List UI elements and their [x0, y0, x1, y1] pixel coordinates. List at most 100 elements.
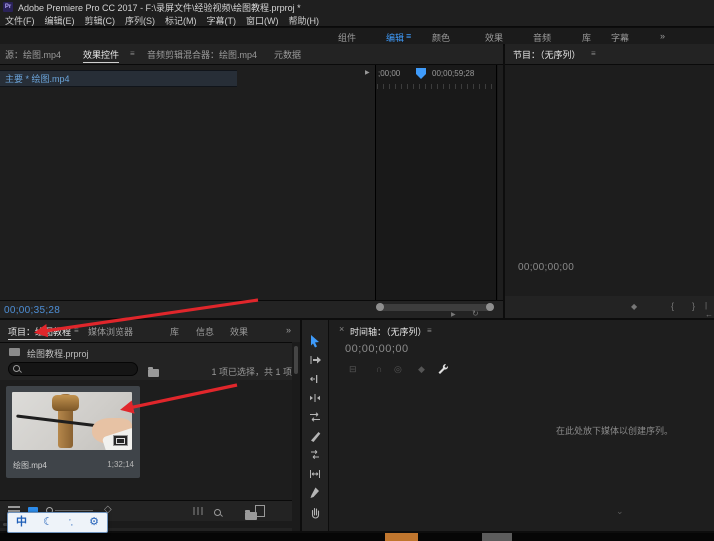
tab-program-monitor[interactable]: 节目：（无序列） — [513, 48, 581, 62]
tab-project[interactable]: 项目：绘图教程 — [8, 325, 71, 340]
premiere-window: Pr Adobe Premiere Pro CC 2017 - F:\录屏文件\… — [0, 0, 714, 541]
clip-name[interactable]: 绘图.mp4 — [13, 460, 47, 471]
find-icon[interactable] — [214, 509, 223, 518]
tab-effect-controls[interactable]: 效果控件 — [83, 48, 119, 63]
project-file-icon — [9, 348, 20, 356]
timeline-add-marker-icon[interactable]: ◆ — [418, 364, 425, 375]
premiere-logo-icon: Pr — [3, 2, 13, 12]
divider — [496, 65, 497, 301]
menu-item-title[interactable]: 字幕(T) — [207, 14, 237, 27]
new-item-icon[interactable] — [255, 505, 265, 517]
timeline-expand-icon[interactable]: ▶ — [365, 69, 370, 76]
project-panel-menu-icon[interactable]: ≡ — [74, 326, 79, 335]
effect-controls-body: 主要 * 绘图.mp4 ▶ ;00;00 00;00;59;28 — [0, 64, 503, 301]
menu-item-marker[interactable]: 标记(M) — [165, 14, 197, 27]
timeline-scroll-chevron-icon[interactable]: ⌄ — [616, 506, 624, 517]
add-marker-icon[interactable]: ◆ — [631, 302, 637, 311]
tab-info[interactable]: 信息 — [196, 325, 214, 338]
thumbnail-zoom-track[interactable] — [55, 510, 93, 511]
menu-item-edit[interactable]: 编辑(E) — [45, 14, 75, 27]
workspace-tab-libraries[interactable]: 库 — [582, 31, 591, 44]
clip-thumbnail[interactable] — [12, 392, 132, 450]
play-video-icon[interactable]: ▶ — [451, 311, 456, 318]
taskbar-app-button[interactable] — [482, 533, 512, 541]
hand-tool-icon[interactable] — [309, 505, 321, 519]
insert-overwrite-icon[interactable]: ⊟ — [349, 364, 357, 375]
effect-controls-panel: 源：绘图.mp4 效果控件 ≡ 音频剪辑混合器：绘图.mp4 元数据 主要 * … — [0, 44, 503, 318]
tab-metadata[interactable]: 元数据 — [274, 48, 301, 61]
rolling-edit-tool-icon[interactable] — [309, 391, 321, 405]
ruler-start-label: ;00;00 — [378, 69, 400, 78]
timeline-close-icon[interactable]: × — [339, 324, 344, 334]
workspace-overflow-icon[interactable]: » — [660, 31, 665, 41]
vertical-scrollbar-handle[interactable] — [294, 346, 298, 374]
clip-duration: 1;32;14 — [107, 460, 134, 469]
workspace-tab-audio[interactable]: 音频 — [533, 31, 551, 44]
ime-settings-gear-icon[interactable]: ⚙ — [89, 517, 99, 528]
search-box[interactable] — [8, 362, 138, 376]
timeline-settings-wrench-icon[interactable] — [437, 362, 449, 380]
slide-tool-icon[interactable] — [309, 467, 321, 481]
vertical-scrollbar[interactable] — [292, 342, 300, 531]
taskbar-active-app-highlight[interactable] — [385, 533, 418, 541]
workspace-menu-icon[interactable]: ≡ — [406, 31, 411, 41]
workspace-tab-assembly[interactable]: 组件 — [338, 31, 356, 44]
tab-libraries[interactable]: 库 — [170, 325, 179, 338]
project-overflow-icon[interactable]: » — [286, 325, 291, 335]
program-timecode[interactable]: 00;00;00;00 — [518, 262, 574, 273]
timeline-panel-menu-icon[interactable]: ≡ — [427, 326, 432, 335]
menu-item-window[interactable]: 窗口(W) — [246, 14, 279, 27]
pen-tool-icon[interactable] — [309, 486, 321, 500]
clip-tile-selected[interactable]: 绘图.mp4 1;32;14 — [6, 386, 140, 478]
ime-moon-icon[interactable]: ☾ — [43, 517, 53, 528]
mark-in-icon[interactable]: { — [671, 301, 674, 311]
current-timecode[interactable]: 00;00;35;28 — [4, 305, 60, 316]
menu-item-clip[interactable]: 剪辑(C) — [85, 14, 116, 27]
tab-timeline[interactable]: 时间轴：（无序列） — [350, 325, 427, 339]
tab-source-monitor[interactable]: 源：绘图.mp4 — [5, 48, 61, 61]
selection-tool-icon[interactable] — [309, 334, 321, 348]
effect-controls-mini-timeline — [375, 65, 498, 301]
project-file-row[interactable]: 绘图教程.prproj — [0, 342, 300, 360]
timeline-timecode[interactable]: 00;00;00;00 — [345, 343, 409, 355]
search-input[interactable] — [16, 364, 133, 375]
ripple-edit-tool-icon[interactable] — [309, 372, 321, 386]
menu-item-sequence[interactable]: 序列(S) — [125, 14, 155, 27]
zoom-scrollbar-left-handle[interactable] — [376, 303, 384, 311]
track-select-forward-tool-icon[interactable] — [309, 353, 321, 367]
program-panel-menu-icon[interactable]: ≡ — [591, 49, 596, 58]
effect-controls-panel-menu-icon[interactable]: ≡ — [130, 49, 135, 58]
menu-bar: 文件(F) 编辑(E) 剪辑(C) 序列(S) 标记(M) 字幕(T) 窗口(W… — [0, 14, 714, 27]
workspace-tab-titles[interactable]: 字幕 — [611, 31, 629, 44]
program-monitor-panel: 节目：（无序列） ≡ 00;00;00;00 ◆ { } |← — [505, 44, 714, 318]
loop-icon[interactable]: ↻ — [472, 309, 479, 318]
mark-out-icon[interactable]: } — [692, 301, 695, 311]
workspace-tab-effects[interactable]: 效果 — [485, 31, 503, 44]
workspace-tab-editing[interactable]: 编辑 — [386, 31, 404, 44]
time-ruler-ticks[interactable] — [377, 84, 496, 89]
video-clip-badge-icon — [113, 435, 128, 446]
ime-mode-label[interactable]: 中 — [16, 517, 27, 528]
menu-item-file[interactable]: 文件(F) — [5, 14, 35, 27]
razor-tool-icon[interactable] — [309, 429, 321, 443]
window-title: Adobe Premiere Pro CC 2017 - F:\录屏文件\经验视… — [18, 1, 301, 14]
windows-taskbar — [0, 533, 714, 541]
tab-audio-clip-mixer[interactable]: 音频剪辑混合器：绘图.mp4 — [147, 48, 257, 61]
go-to-in-icon[interactable]: |← — [705, 301, 714, 318]
project-content-area: 绘图.mp4 1;32;14 — [0, 380, 292, 500]
workspace-tab-color[interactable]: 颜色 — [432, 31, 450, 44]
snap-magnet-icon[interactable]: ∩ — [376, 364, 382, 374]
linked-selection-icon[interactable]: ◎ — [394, 364, 402, 375]
tab-media-browser[interactable]: 媒体浏览器 — [88, 325, 133, 338]
effect-controls-clip-header[interactable]: 主要 * 绘图.mp4 — [0, 70, 237, 87]
slip-tool-icon[interactable] — [309, 448, 321, 462]
timeline-empty-message: 在此处放下媒体以创建序列。 — [519, 424, 710, 437]
tools-panel — [302, 320, 328, 531]
ime-punctuation-icon[interactable]: ’, — [69, 519, 73, 527]
ime-language-bar[interactable]: 中 ☾ ’, ⚙ — [7, 512, 108, 533]
effect-controls-bottom-bar: 00;00;35;28 ▶ ↻ — [0, 300, 503, 318]
rate-stretch-tool-icon[interactable] — [309, 410, 321, 424]
tab-effects-project[interactable]: 效果 — [230, 325, 248, 338]
menu-item-help[interactable]: 帮助(H) — [289, 14, 320, 27]
zoom-scrollbar-right-handle[interactable] — [486, 303, 494, 311]
